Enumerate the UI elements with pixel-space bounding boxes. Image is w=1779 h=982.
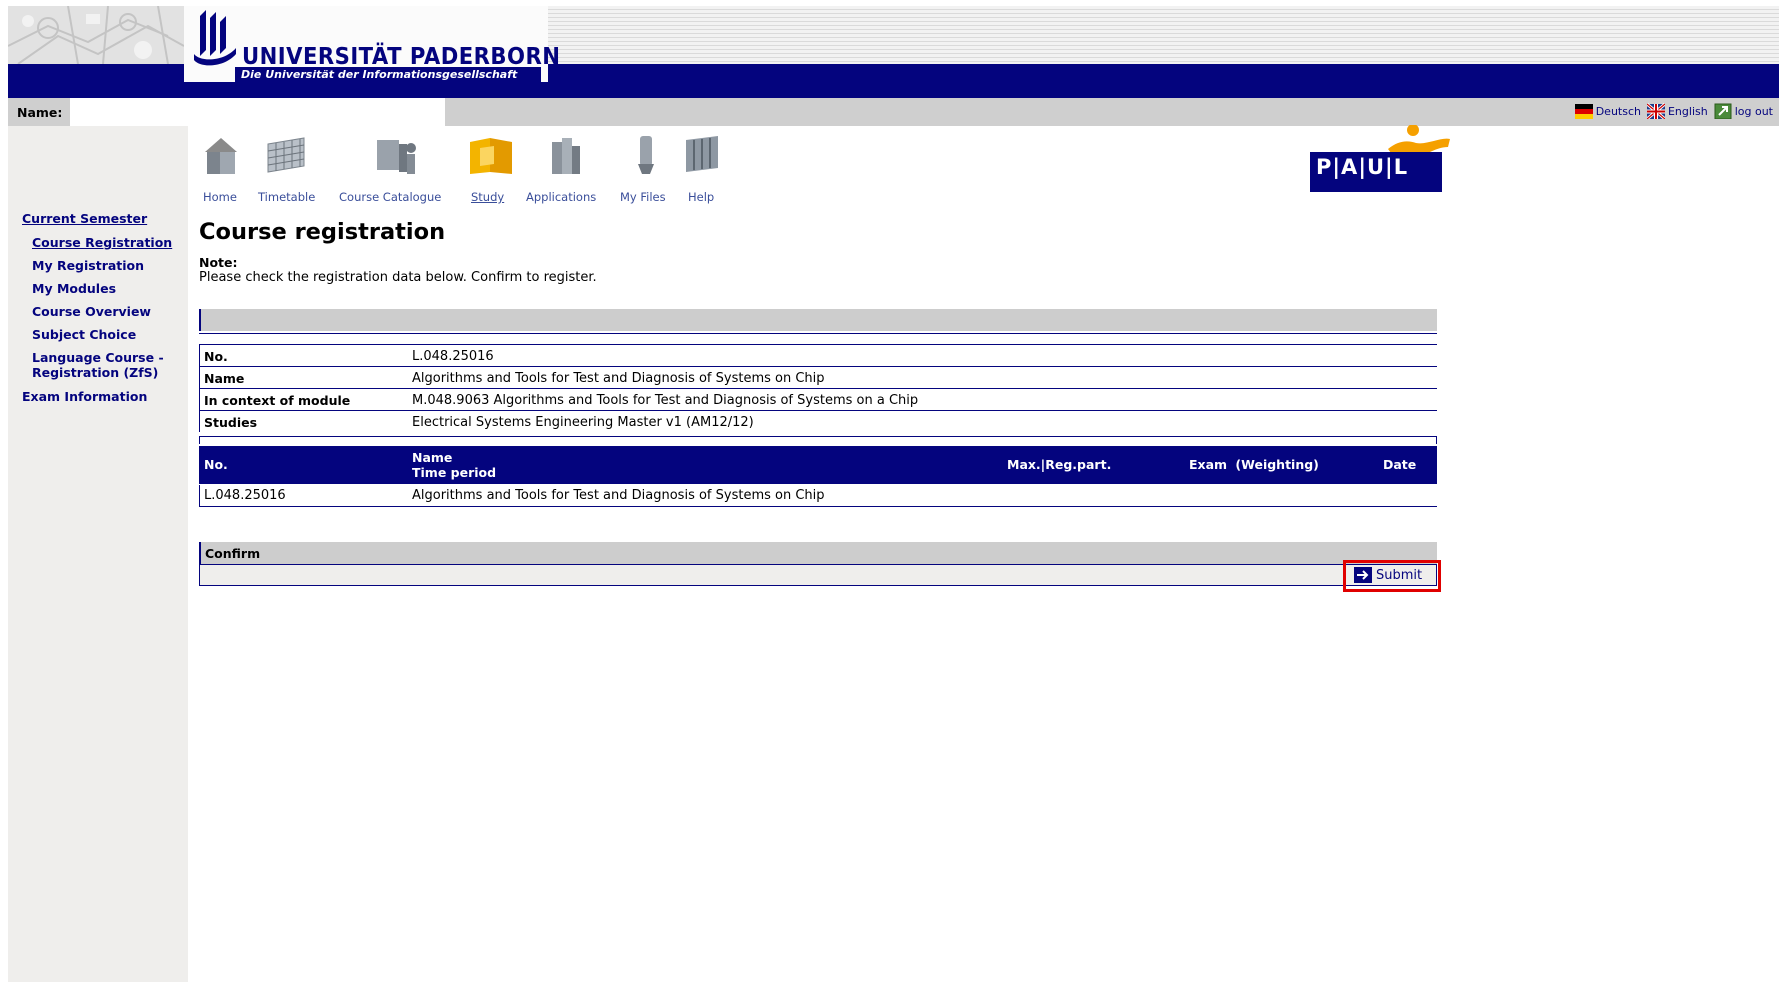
sidebar-item-my-modules[interactable]: My Modules (32, 281, 116, 296)
lang-english-link[interactable]: English (1646, 103, 1708, 119)
topnav-applications-label: Applications (526, 190, 597, 204)
logout-icon (1714, 103, 1732, 119)
col-time-period: Time period (412, 465, 497, 480)
topnav-study-label: Study (471, 190, 505, 204)
university-tagline: Die Universität der Informationsgesellsc… (235, 67, 541, 82)
sidebar-item-subject-choice[interactable]: Subject Choice (32, 327, 136, 342)
sidebar-item-language-course-line1: Language Course - (32, 350, 164, 365)
divider (199, 333, 1437, 334)
sidebar-item-my-registration[interactable]: My Registration (32, 258, 144, 273)
lang-deutsch-label: Deutsch (1595, 104, 1641, 118)
detail-key: No. (204, 349, 228, 364)
header-decoration (8, 6, 184, 64)
col-exam: Exam (Weighting) (1189, 457, 1319, 472)
col-max-reg: Max.|Reg.part. (1007, 457, 1112, 472)
table-row: L.048.25016 Algorithms and Tools for Tes… (199, 485, 1437, 507)
detail-row-name: Name Algorithms and Tools for Test and D… (199, 366, 1437, 388)
course-details: No. L.048.25016 Name Algorithms and Tool… (199, 344, 1437, 432)
confirm-label: Confirm (205, 546, 261, 561)
detail-key: Name (204, 371, 245, 386)
cell-name: Algorithms and Tools for Test and Diagno… (412, 488, 825, 503)
topnav-home-label: Home (203, 190, 237, 204)
header-stripes (548, 6, 1779, 64)
detail-row-no: No. L.048.25016 (199, 344, 1437, 366)
study-icon (470, 138, 512, 174)
sidebar-item-course-overview[interactable]: Course Overview (32, 304, 151, 319)
university-logo-icon (194, 10, 236, 66)
uk-flag-icon (1646, 103, 1665, 119)
submit-arrow-icon (1354, 567, 1372, 583)
lang-english-label: English (1667, 104, 1708, 118)
course-catalogue-icon (377, 140, 416, 174)
detail-value: L.048.25016 (412, 349, 494, 364)
detail-key: Studies (204, 415, 258, 430)
name-bar: Name: Deutsch English log out (8, 98, 1779, 126)
page: UNIVERSITÄT PADERBORN Die Universität de… (8, 6, 1779, 982)
page-title: Course registration (199, 219, 446, 245)
cell-no: L.048.25016 (204, 488, 286, 503)
logout-link[interactable]: log out (1714, 103, 1773, 119)
language-links: Deutsch English log out (1574, 103, 1773, 119)
col-name: Name (412, 450, 453, 465)
paul-logo[interactable]: P|A|U|L (1310, 125, 1450, 201)
sidebar (8, 126, 188, 982)
logout-label: log out (1734, 104, 1773, 118)
note-label: Note: (199, 255, 238, 270)
topnav-help-label: Help (688, 190, 715, 204)
topnav-course-catalogue-label: Course Catalogue (339, 190, 442, 204)
my-files-icon (638, 136, 654, 174)
timetable-icon (267, 137, 305, 173)
sidebar-item-language-course[interactable]: Language Course - Registration (ZfS) (32, 350, 164, 380)
detail-value: Electrical Systems Engineering Master v1… (412, 415, 754, 430)
site-header: UNIVERSITÄT PADERBORN Die Universität de… (8, 6, 1779, 98)
note-text: Please check the registration data below… (199, 270, 597, 285)
name-value (70, 98, 445, 126)
topnav-my-files-label: My Files (620, 190, 666, 204)
detail-row-module: In context of module M.048.9063 Algorith… (199, 388, 1437, 410)
detail-row-studies: Studies Electrical Systems Engineering M… (199, 410, 1437, 432)
col-date: Date (1383, 457, 1417, 472)
confirm-row (199, 564, 1437, 586)
name-label: Name: (17, 105, 63, 120)
sidebar-item-current-semester[interactable]: Current Semester (22, 211, 147, 226)
submit-label: Submit (1376, 567, 1423, 583)
confirm-header: Confirm (199, 542, 1437, 564)
lang-deutsch-link[interactable]: Deutsch (1574, 103, 1641, 119)
detail-value: Algorithms and Tools for Test and Diagno… (412, 371, 825, 386)
university-logo[interactable]: UNIVERSITÄT PADERBORN Die Universität de… (184, 6, 560, 82)
german-flag-icon (1574, 104, 1593, 119)
details-footer (199, 436, 1437, 444)
detail-value: M.048.9063 Algorithms and Tools for Test… (412, 393, 919, 408)
detail-key: In context of module (204, 393, 351, 408)
help-icon (686, 136, 718, 172)
sidebar-item-course-registration[interactable]: Course Registration (32, 235, 172, 250)
sidebar-item-exam-information[interactable]: Exam Information (22, 389, 147, 404)
home-icon (205, 138, 237, 174)
topnav-timetable-label: Timetable (258, 190, 316, 204)
details-header-bar (199, 309, 1437, 331)
submit-button[interactable]: Submit (1354, 567, 1422, 583)
paul-logo-text: P|A|U|L (1316, 155, 1409, 179)
sidebar-item-language-course-line2: Registration (ZfS) (32, 365, 159, 380)
events-table-header: No. Name Time period Max.|Reg.part. Exam… (199, 446, 1437, 484)
applications-icon (552, 138, 580, 174)
col-no: No. (204, 457, 228, 472)
